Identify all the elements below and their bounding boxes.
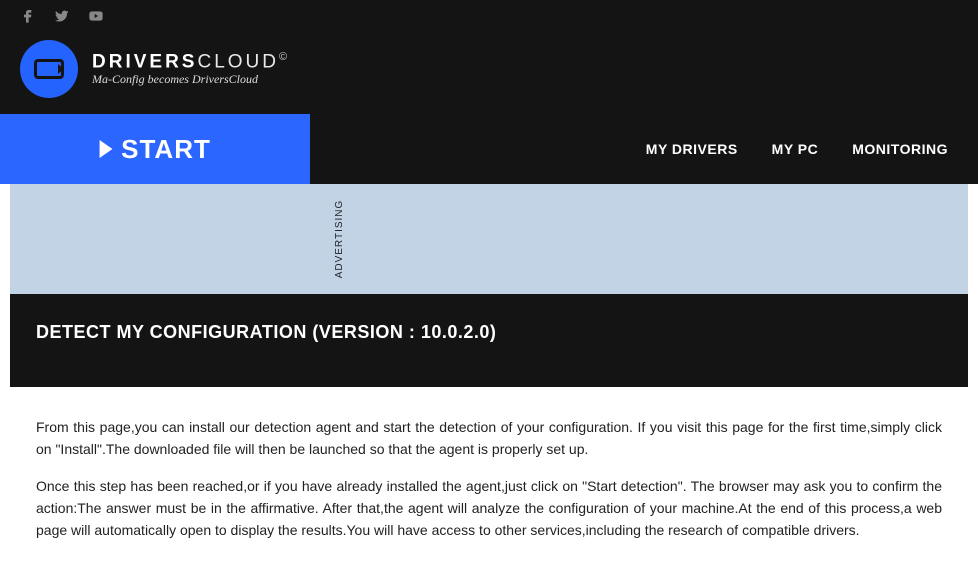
facebook-icon[interactable] bbox=[20, 8, 36, 24]
advertising-band: ADVERTISING bbox=[10, 184, 968, 294]
logo[interactable] bbox=[20, 40, 78, 98]
title-band: DETECT MY CONFIGURATION (VERSION : 10.0.… bbox=[10, 294, 968, 387]
social-bar bbox=[0, 0, 978, 32]
brand-text: DRIVERSCLOUD© Ma-Config becomes DriversC… bbox=[92, 51, 290, 86]
page-title: DETECT MY CONFIGURATION (VERSION : 10.0.… bbox=[36, 322, 942, 343]
nav-links: MY DRIVERS MY PC MONITORING bbox=[646, 114, 978, 184]
paragraph-1: From this page,you can install our detec… bbox=[36, 417, 942, 460]
advertising-label: ADVERTISING bbox=[334, 200, 345, 279]
nav-my-drivers[interactable]: MY DRIVERS bbox=[646, 141, 738, 157]
nav-my-pc[interactable]: MY PC bbox=[772, 141, 819, 157]
brand-name-light: CLOUD bbox=[197, 52, 279, 73]
paragraph-2: Once this step has been reached,or if yo… bbox=[36, 476, 942, 541]
content-body: From this page,you can install our detec… bbox=[0, 387, 978, 587]
header: DRIVERSCLOUD© Ma-Config becomes DriversC… bbox=[0, 32, 978, 114]
youtube-icon[interactable] bbox=[88, 8, 104, 24]
play-icon bbox=[99, 140, 113, 158]
twitter-icon[interactable] bbox=[54, 8, 70, 24]
main-nav: START MY DRIVERS MY PC MONITORING bbox=[0, 114, 978, 184]
start-button[interactable]: START bbox=[0, 114, 310, 184]
brand-reg: © bbox=[279, 51, 290, 63]
nav-monitoring[interactable]: MONITORING bbox=[852, 141, 948, 157]
start-label: START bbox=[121, 134, 211, 165]
brand-name-bold: DRIVERS bbox=[92, 52, 197, 73]
brand-tagline: Ma-Config becomes DriversCloud bbox=[92, 72, 290, 87]
